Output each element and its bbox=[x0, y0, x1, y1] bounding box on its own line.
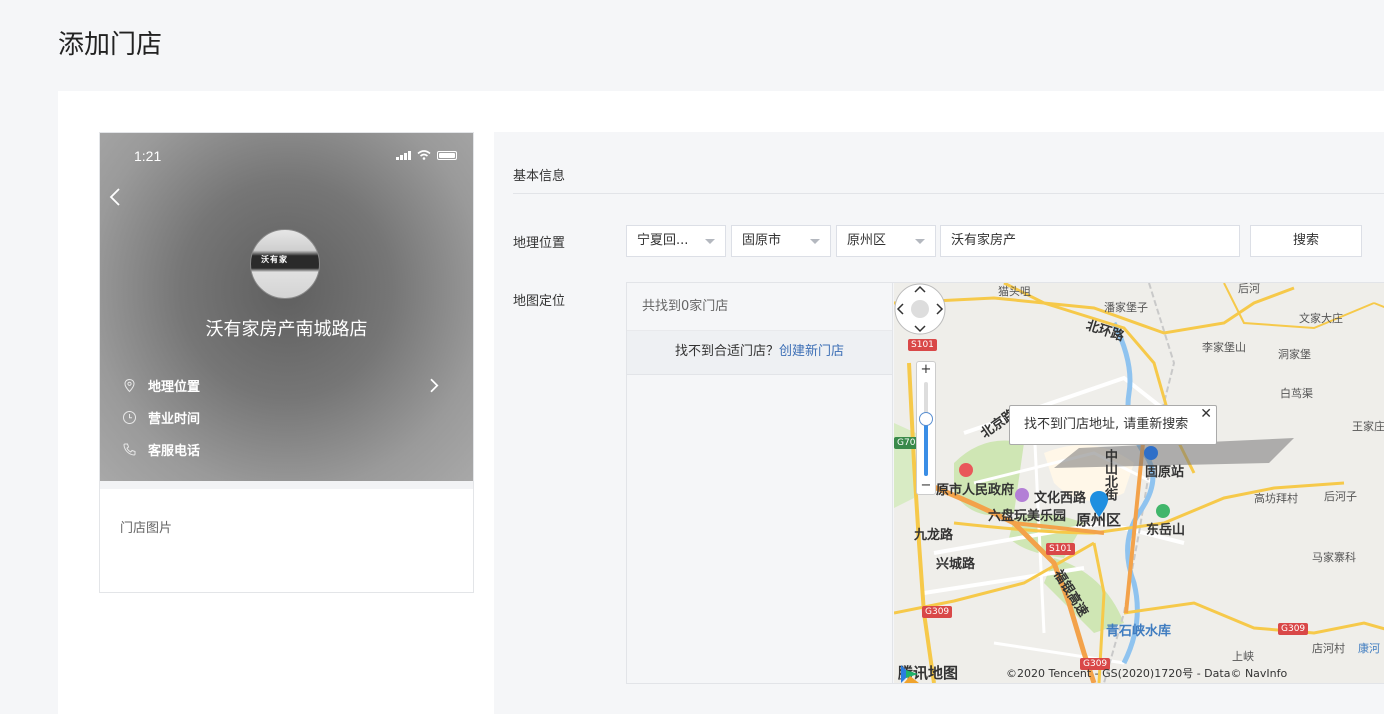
map-label: 文家大庄 bbox=[1299, 312, 1343, 325]
store-form-panel: 基本信息 地理位置 宁夏回... 固原市 原州区 沃有家房产 搜索 地图定位 共… bbox=[494, 132, 1384, 714]
status-time: 1:21 bbox=[134, 148, 162, 164]
zoom-out-button[interactable]: − bbox=[917, 478, 935, 494]
tencent-map-logo-icon bbox=[901, 665, 919, 683]
map-label: 后河子 bbox=[1324, 490, 1357, 503]
signal-icon bbox=[396, 150, 411, 160]
store-name: 沃有家房产南城路店 bbox=[205, 319, 368, 340]
address-input[interactable]: 沃有家房产 bbox=[940, 225, 1240, 257]
map-label: 青石峡水库 bbox=[1106, 624, 1172, 639]
section-divider bbox=[513, 193, 1384, 194]
map-copyright: ©2020 Tencent - GS(2020)1720号 - Data© Na… bbox=[1006, 667, 1288, 680]
store-avatar: 沃有家 bbox=[250, 229, 320, 299]
main-card: 1:21 沃有家 沃有家房产南城路店 地理位置 营业时间 客服电话 门店图片 基… bbox=[58, 91, 1384, 714]
back-arrow-icon[interactable] bbox=[108, 187, 122, 207]
clock-icon bbox=[123, 410, 136, 424]
map-label: 白茑渠 bbox=[1280, 387, 1313, 400]
phone-preview: 1:21 沃有家 沃有家房产南城路店 地理位置 营业时间 客服电话 门店图片 bbox=[99, 132, 474, 593]
district-select[interactable]: 原州区 bbox=[836, 225, 936, 257]
avatar-logo-text: 沃有家 bbox=[261, 255, 288, 264]
section-title-basic-info: 基本信息 bbox=[513, 169, 566, 184]
store-pic-label: 门店图片 bbox=[120, 521, 173, 536]
map-label: 东岳山 bbox=[1146, 523, 1186, 538]
page-title: 添加门店 bbox=[58, 30, 163, 60]
geo-location-label: 地理位置 bbox=[513, 236, 566, 251]
chevron-down-icon bbox=[705, 239, 715, 244]
road-badge: S101 bbox=[908, 339, 937, 351]
road-badge: G309 bbox=[922, 606, 953, 618]
info-item-phone: 客服电话 bbox=[122, 433, 452, 465]
map-label: 康河 bbox=[1358, 642, 1380, 655]
map-zoom-control[interactable]: + − bbox=[916, 361, 936, 495]
map-label: 固原站 bbox=[1145, 465, 1185, 480]
map-info-popup: 找不到门店地址, 请重新搜索 ✕ bbox=[1009, 405, 1217, 445]
chevron-down-icon bbox=[810, 239, 820, 244]
phone-icon bbox=[123, 443, 136, 456]
info-label-hours: 营业时间 bbox=[148, 411, 201, 427]
info-item-location[interactable]: 地理位置 bbox=[122, 369, 452, 401]
info-label-location: 地理位置 bbox=[148, 379, 201, 395]
chevron-down-icon bbox=[915, 239, 925, 244]
map-label: 原市人民政府 bbox=[936, 483, 1015, 498]
road-badge: G309 bbox=[1278, 623, 1309, 635]
province-select[interactable]: 宁夏回... bbox=[626, 225, 726, 257]
result-count: 共找到0家门店 bbox=[627, 283, 892, 331]
location-pin-icon bbox=[124, 378, 135, 392]
map-label: 马家寨科 bbox=[1312, 551, 1356, 564]
map-container: 共找到0家门店 找不到合适门店？创建新门店 猫头咀 潘家堡子 后河 北环路 文家… bbox=[626, 282, 1384, 684]
road-badge: S101 bbox=[1046, 543, 1075, 555]
search-button[interactable]: 搜索 bbox=[1250, 225, 1362, 257]
info-item-hours: 营业时间 bbox=[122, 401, 452, 433]
map-label: 店河村 bbox=[1312, 642, 1345, 655]
map-label: 兴城路 bbox=[936, 557, 976, 572]
map-label: 洞家堡 bbox=[1278, 348, 1311, 361]
city-value: 固原市 bbox=[742, 233, 782, 248]
no-store-hint: 找不到合适门店？创建新门店 bbox=[627, 331, 892, 375]
map-label: 李家堡山 bbox=[1202, 341, 1246, 354]
map-label: 文化西路 bbox=[1034, 491, 1087, 506]
zoom-level-fill bbox=[924, 420, 928, 476]
city-select[interactable]: 固原市 bbox=[731, 225, 831, 257]
road-badge: G70 bbox=[894, 437, 919, 449]
map-brand: 腾讯地图 bbox=[898, 662, 958, 683]
zoom-in-button[interactable]: + bbox=[917, 362, 935, 378]
close-icon[interactable]: ✕ bbox=[1200, 395, 1212, 433]
map-label: 王家庄 bbox=[1352, 420, 1384, 433]
battery-icon bbox=[437, 150, 457, 160]
store-info-list: 地理位置 营业时间 客服电话 bbox=[122, 369, 452, 465]
preview-hero: 1:21 沃有家 沃有家房产南城路店 地理位置 营业时间 客服电话 bbox=[100, 133, 473, 481]
map-label: 九龙路 bbox=[914, 528, 954, 543]
map-label: 后河 bbox=[1238, 283, 1260, 295]
map-location-label: 地图定位 bbox=[513, 294, 566, 309]
map-canvas[interactable]: 猫头咀 潘家堡子 后河 北环路 文家大庄 李家堡山 洞家堡 白茑渠 王家庄 北京… bbox=[894, 283, 1384, 683]
info-label-phone: 客服电话 bbox=[148, 443, 201, 459]
map-pan-control[interactable] bbox=[894, 283, 946, 335]
no-store-hint-text: 找不到合适门店？ bbox=[674, 344, 779, 359]
district-value: 原州区 bbox=[847, 233, 887, 248]
zoom-slider-handle[interactable] bbox=[919, 412, 933, 426]
province-value: 宁夏回... bbox=[637, 233, 689, 248]
popup-message: 找不到门店地址, 请重新搜索 bbox=[1024, 417, 1189, 432]
store-result-list: 共找到0家门店 找不到合适门店？创建新门店 bbox=[627, 283, 893, 683]
map-label: 潘家堡子 bbox=[1104, 301, 1148, 314]
map-label: 高坊拜村 bbox=[1254, 492, 1298, 505]
location-marker-icon[interactable] bbox=[1089, 490, 1109, 518]
wifi-icon bbox=[417, 150, 431, 160]
map-label: 猫头咀 bbox=[998, 285, 1031, 298]
create-store-link[interactable]: 创建新门店 bbox=[779, 344, 844, 359]
status-icons bbox=[396, 150, 457, 160]
preview-divider bbox=[100, 481, 473, 489]
chevron-right-icon bbox=[430, 378, 439, 392]
map-label: 六盘玩美乐园 bbox=[988, 509, 1067, 524]
map-label: 上峡 bbox=[1232, 650, 1254, 663]
